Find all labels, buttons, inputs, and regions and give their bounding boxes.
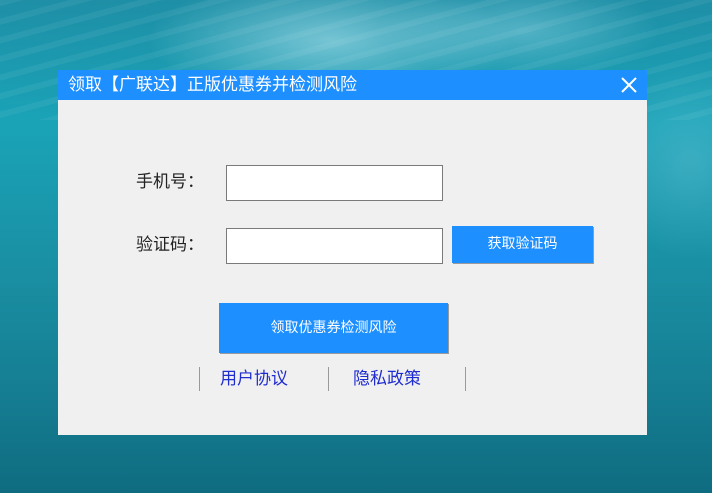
get-code-button[interactable]: 获取验证码 — [452, 226, 593, 263]
link-separator — [328, 367, 329, 391]
link-separator — [465, 367, 466, 391]
code-input[interactable] — [226, 228, 443, 264]
user-agreement-link[interactable]: 用户协议 — [220, 368, 288, 390]
dialog-title: 领取【广联达】正版优惠券并检测风险 — [68, 75, 357, 95]
coupon-dialog: 领取【广联达】正版优惠券并检测风险 手机号： 验证码： 获取验证码 领取优惠券检… — [58, 70, 647, 435]
privacy-policy-link[interactable]: 隐私政策 — [353, 368, 421, 390]
code-label: 验证码： — [136, 235, 204, 255]
title-bar: 领取【广联达】正版优惠券并检测风险 — [58, 70, 647, 100]
submit-button[interactable]: 领取优惠券检测风险 — [219, 303, 448, 353]
phone-label: 手机号： — [136, 172, 204, 192]
link-separator — [199, 367, 200, 391]
close-icon[interactable] — [617, 73, 641, 97]
phone-input[interactable] — [226, 165, 443, 201]
